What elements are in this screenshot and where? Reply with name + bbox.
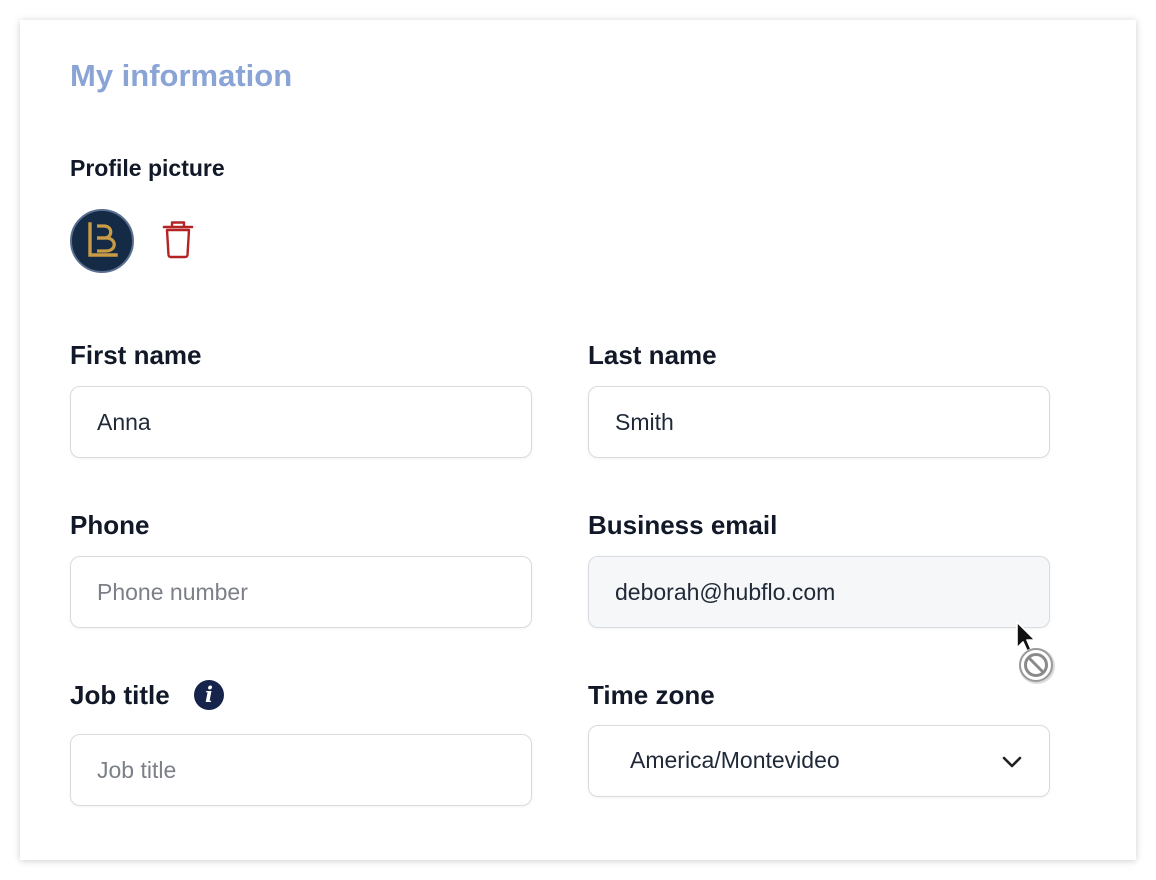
first-name-input[interactable] xyxy=(70,386,532,458)
phone-input[interactable] xyxy=(70,556,532,628)
chevron-down-icon xyxy=(1002,756,1022,768)
section-title: My information xyxy=(70,58,293,93)
job-title-input[interactable] xyxy=(70,734,532,806)
phone-label: Phone xyxy=(70,510,150,540)
business-email-input[interactable] xyxy=(588,556,1050,628)
trash-icon xyxy=(162,221,194,259)
time-zone-value: America/Montevideo xyxy=(630,747,840,773)
delete-picture-button[interactable] xyxy=(160,220,196,260)
brand-logo-icon xyxy=(88,222,118,257)
last-name-input[interactable] xyxy=(588,386,1050,458)
time-zone-select[interactable]: America/Montevideo xyxy=(588,725,1050,797)
job-title-label: Job title xyxy=(70,680,170,710)
time-zone-label: Time zone xyxy=(588,680,715,710)
avatar[interactable] xyxy=(70,209,134,273)
business-email-label: Business email xyxy=(588,510,778,540)
first-name-label: First name xyxy=(70,340,202,370)
info-icon[interactable]: i xyxy=(194,680,224,710)
my-information-card: My information Profile picture First nam… xyxy=(20,20,1136,860)
not-allowed-cursor-icon xyxy=(1016,621,1055,684)
last-name-label: Last name xyxy=(588,340,717,370)
profile-picture-label: Profile picture xyxy=(70,155,225,181)
